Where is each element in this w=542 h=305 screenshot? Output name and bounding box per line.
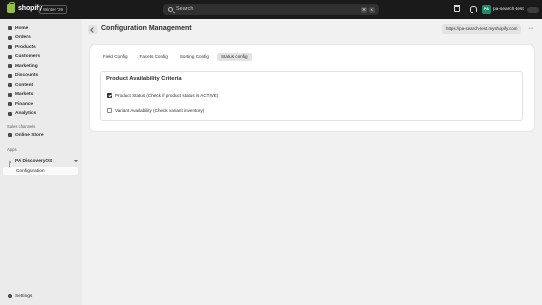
apps-heading[interactable]: Apps [7,147,17,152]
sidebar-item-content[interactable]: Content [3,81,78,89]
product-status-option[interactable]: Product Status (Check if product status … [107,92,218,99]
sidebar: Home Orders Products Customers Marketing… [0,19,82,305]
tab-sorting-config[interactable]: Sorting Config [176,53,213,61]
sidebar-item-products[interactable]: Products [3,43,78,51]
sidebar-item-label: Analytics [15,111,37,116]
sidebar-item-discounts[interactable]: Discounts [3,72,78,80]
sidebar-item-marketing[interactable]: Marketing [3,62,78,70]
edition-badge: Winter '26 [39,5,68,14]
discount-icon [8,73,12,78]
store-icon[interactable] [454,5,460,12]
sidebar-item-label: Finance [15,101,34,107]
shopify-logo[interactable]: shopify [7,2,42,13]
account-avatar [526,6,539,13]
config-card: Field Config Facets Config Sorting Confi… [90,45,534,131]
search-placeholder: Search [176,6,194,12]
product-status-label: Product Status (Check if product status … [115,93,219,98]
bank-icon [8,102,12,106]
sidebar-item-settings[interactable]: Settings [3,292,78,300]
sidebar-item-analytics[interactable]: Analytics [3,110,78,118]
store-name: pa-search-test [493,7,524,12]
sidebar-item-label: Products [15,44,36,50]
availability-panel: Product Availability Criteria Product St… [100,71,523,121]
top-bar: shopify Winter '26 Search ⌘ K PA pa-sear… [0,0,542,19]
page-title: Configuration Management [101,25,192,32]
bell-icon[interactable] [469,6,477,13]
variant-availability-label: Variant Availability (Check variant inve… [115,108,205,113]
variant-availability-option[interactable]: Variant Availability (Check variant inve… [107,107,204,114]
content-icon [8,83,12,87]
sidebar-item-label: Markets [15,92,34,97]
sidebar-item-orders[interactable]: Orders [3,34,78,42]
sidebar-item-label: Home [15,25,29,31]
product-status-checkbox[interactable] [107,93,112,98]
store-menu[interactable]: PA pa-search-test [482,4,539,15]
search-input[interactable]: Search ⌘ K [163,4,379,15]
sidebar-item-label: Settings [15,293,33,299]
sidebar-item-label: Online Store [15,132,44,138]
person-icon [8,54,12,59]
sidebar-item-finance[interactable]: Finance [3,100,78,108]
command-key-hint: ⌘ [361,6,367,13]
sidebar-item-online-store[interactable]: Online Store [3,131,78,139]
page-header: Configuration Management https://pa-sear… [88,24,538,35]
sidebar-item-label: PA DiscoveryOS [15,159,53,164]
tab-status-config[interactable]: Status config [216,53,252,61]
variant-availability-checkbox[interactable] [107,108,112,113]
panel-title: Product Availability Criteria [106,76,182,82]
chevron-down-icon [74,159,78,162]
sidebar-item-label: Configuration [16,168,45,174]
tab-field-config[interactable]: Field Config [99,53,132,61]
sidebar-item-markets[interactable]: Markets [3,91,78,99]
search-icon [168,6,173,12]
sidebar-item-label: Customers [15,54,41,59]
more-actions-button[interactable]: ··· [528,25,534,32]
store-url-chip[interactable]: https://pa-search-test.myshopify.com [442,24,522,34]
chart-icon [8,111,12,116]
sidebar-item-label: Content [15,82,34,88]
sidebar-item-home[interactable]: Home [3,24,78,32]
tag-icon [8,45,12,49]
store-avatar: PA [482,5,491,14]
globe-icon [8,92,12,97]
tab-facets-config[interactable]: Facets Config [136,53,172,61]
sidebar-item-label: Discounts [15,73,39,78]
sales-channels-heading[interactable]: Sales channels [7,124,35,129]
back-button[interactable] [88,25,97,34]
sidebar-item-label: Orders [15,35,31,40]
config-tabs: Field Config Facets Config Sorting Confi… [99,53,252,61]
shopify-bag-icon [7,2,15,13]
target-icon [8,64,12,68]
sidebar-item-configuration[interactable]: Configuration [3,167,78,175]
k-key-hint: K [369,6,375,13]
home-icon [8,26,12,30]
sidebar-item-pa-discoveryos[interactable]: PA DiscoveryOS [3,158,78,166]
gear-icon [8,294,12,298]
sidebar-item-label: Marketing [15,63,38,69]
orders-icon [8,35,12,40]
storefront-icon [8,133,12,137]
sidebar-item-customers[interactable]: Customers [3,53,78,61]
